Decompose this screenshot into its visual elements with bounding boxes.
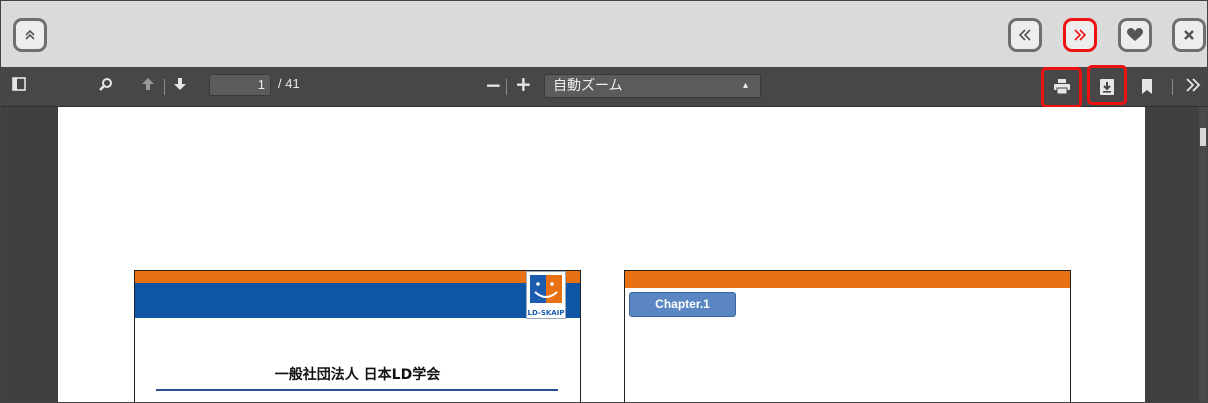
slide-blue-band <box>135 283 580 318</box>
top-navigation-bar <box>1 1 1207 67</box>
chapter-label: Chapter.1 <box>629 292 736 317</box>
document-viewer[interactable]: LD-SKAIP 一般社団法人 日本LD学会 Chapter.1 <box>1 107 1207 402</box>
toolbar-separator <box>164 79 165 95</box>
slide-thumbnail-1: LD-SKAIP 一般社団法人 日本LD学会 <box>134 270 581 402</box>
scrollbar-thumb[interactable] <box>1200 128 1206 146</box>
toolbar-separator <box>506 79 507 95</box>
tools-chevron-icon[interactable] <box>1185 78 1201 92</box>
page-count: / 41 <box>278 76 300 91</box>
vertical-scrollbar[interactable] <box>1199 107 1207 402</box>
double-chevron-up-icon <box>24 29 36 41</box>
close-icon <box>1183 29 1195 41</box>
viewer-window: 1 / 41 − + 自動ズーム ▴ LD-SKAIP 一般社団法人 日本LD学… <box>0 0 1208 403</box>
double-chevron-right-icon <box>1073 29 1087 41</box>
zoom-select-value: 自動ズーム <box>553 78 623 94</box>
updown-arrow-icon: ▴ <box>742 80 748 91</box>
search-icon[interactable] <box>99 77 113 91</box>
close-button[interactable] <box>1172 18 1206 52</box>
pdf-toolbar: 1 / 41 − + 自動ズーム ▴ <box>1 65 1207 108</box>
previous-button[interactable] <box>1008 18 1042 52</box>
zoom-out-button[interactable]: − <box>485 73 502 97</box>
next-page-icon[interactable] <box>173 77 187 91</box>
title-underline <box>156 389 558 391</box>
slide-orange-band <box>625 271 1070 288</box>
ld-skaip-logo: LD-SKAIP <box>526 271 566 319</box>
download-highlight-box <box>1087 65 1127 105</box>
heart-icon <box>1127 28 1143 42</box>
toolbar-separator <box>1172 79 1173 95</box>
slide-thumbnail-2: Chapter.1 <box>624 270 1071 402</box>
zoom-in-button[interactable]: + <box>515 72 532 96</box>
slide-orange-band <box>135 271 580 283</box>
favorite-button[interactable] <box>1118 18 1152 52</box>
double-chevron-left-icon <box>1018 29 1032 41</box>
bookmark-icon[interactable] <box>1142 79 1152 94</box>
collapse-up-button[interactable] <box>13 18 47 52</box>
next-button[interactable] <box>1063 18 1097 52</box>
logo-text: LD-SKAIP <box>527 309 565 317</box>
logo-face-icon <box>530 275 562 303</box>
zoom-select[interactable]: 自動ズーム ▴ <box>544 74 761 98</box>
page-number-input[interactable]: 1 <box>209 74 271 96</box>
previous-page-icon[interactable] <box>141 77 155 91</box>
sidebar-toggle-icon[interactable] <box>12 77 26 91</box>
print-highlight-box <box>1041 67 1082 108</box>
slide-title: 一般社団法人 日本LD学会 <box>274 367 441 383</box>
